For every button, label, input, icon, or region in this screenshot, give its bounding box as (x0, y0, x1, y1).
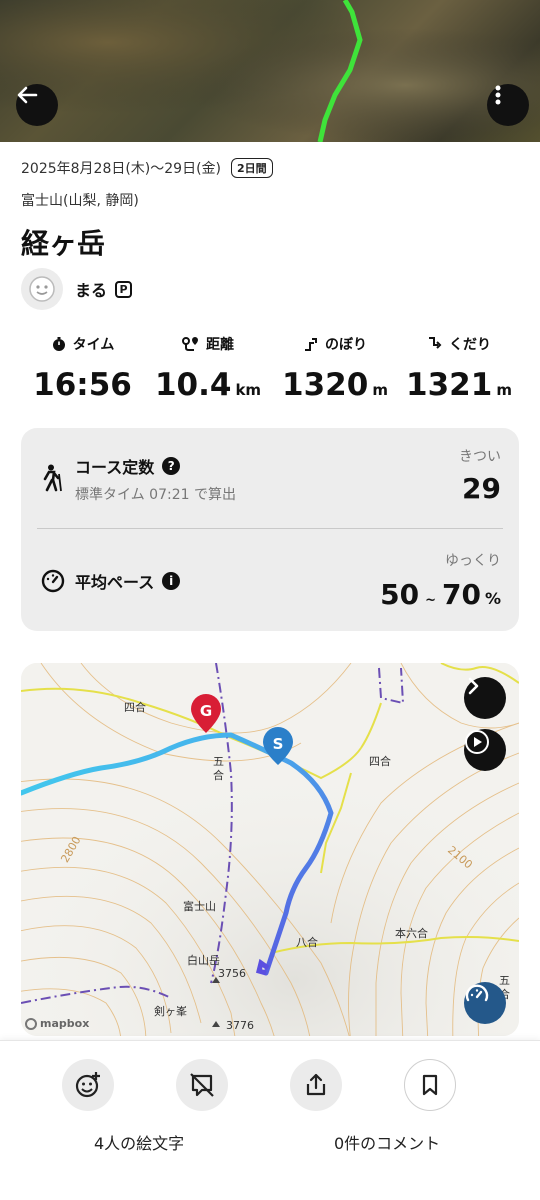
activity-title: 経ヶ岳 (21, 227, 106, 260)
map-play-button[interactable] (464, 729, 506, 771)
pace-title: 平均ペース (75, 573, 155, 592)
smiley-face-icon (29, 276, 55, 302)
header-photo (0, 0, 540, 142)
map-label-fujisan: 富士山 (183, 900, 216, 913)
route-pin-icon (182, 337, 198, 351)
comments-disabled-button[interactable] (176, 1059, 228, 1111)
map-label-hachigo: 八合 (296, 936, 318, 949)
stat-distance: 距離 10.4 km (153, 333, 263, 403)
stat-time-label: タイム (72, 337, 115, 353)
card-divider (37, 528, 503, 529)
bookmark-icon (422, 1074, 438, 1096)
play-circle-icon (465, 730, 489, 754)
goal-marker-label: G (200, 702, 212, 720)
speedometer-icon (41, 569, 65, 597)
mapbox-text: mapbox (40, 1017, 90, 1030)
emoji-add-icon (75, 1072, 100, 1098)
comment-count-link[interactable]: 0件のコメント (334, 1130, 440, 1154)
premium-badge: P (115, 280, 133, 298)
stat-distance-unit: km (235, 381, 262, 399)
stat-descent: くだり 1321 m (404, 333, 514, 403)
pace-range-value: 50 ~70% (380, 578, 501, 611)
stat-distance-value: 10.4 (154, 367, 232, 403)
share-icon (306, 1073, 326, 1096)
photo-trail-line (0, 0, 540, 142)
map-label-hakusandake: 白山岳 (187, 954, 220, 967)
emoji-count-link[interactable]: 4人の絵文字 (94, 1130, 184, 1154)
info-circle-icon[interactable]: i (162, 572, 181, 590)
stat-descent-unit: m (496, 381, 512, 399)
hiker-icon (41, 464, 63, 496)
add-emoji-button[interactable] (62, 1059, 114, 1111)
more-options-button[interactable] (487, 84, 529, 126)
stat-descent-label: くだり (449, 337, 491, 353)
question-circle-icon[interactable]: ? (162, 457, 181, 475)
date-row: 2025年8月28日(木)〜29日(金) 2日間 (21, 158, 273, 178)
back-button[interactable] (16, 84, 58, 126)
stat-time-value: 16:56 (33, 367, 132, 403)
pace-min: 50 (380, 578, 420, 611)
stat-ascent-label: のぼり (325, 337, 367, 353)
user-row[interactable]: まる P (21, 268, 133, 310)
map-label-gogo: 五合 (213, 755, 224, 782)
map-pace-button[interactable] (464, 982, 506, 1024)
stat-ascent: のぼり 1320 m (280, 333, 390, 403)
stat-distance-label: 距離 (206, 337, 234, 353)
course-title: コース定数 (75, 458, 155, 477)
stat-ascent-value: 1320 (282, 367, 369, 403)
course-subtitle: 標準タイム 07:21 で算出 (75, 487, 236, 503)
map-next-button[interactable] (464, 677, 506, 719)
course-pace-card: コース定数 ? 標準タイム 07:21 で算出 きつい 29 平均ペース i ゆ… (21, 428, 519, 631)
more-vertical-icon (495, 85, 501, 105)
mountain-area[interactable]: 富士山(山梨, 静岡) (21, 190, 139, 210)
ascent-arrow-icon (305, 338, 317, 351)
bookmark-button[interactable] (404, 1059, 456, 1111)
pace-speed-label: ゆっくり (445, 553, 501, 569)
map-label-yongo-left: 四合 (124, 701, 146, 714)
map-label-kengamine: 剣ヶ峯 (154, 1005, 187, 1018)
stat-descent-value: 1321 (406, 367, 493, 403)
map-label-honhachigo: 本六合 (395, 927, 428, 940)
avatar[interactable] (21, 268, 63, 310)
pace-max: 70 (442, 578, 481, 611)
comment-off-icon (190, 1073, 214, 1097)
user-name[interactable]: まる (75, 277, 107, 301)
days-badge: 2日間 (231, 158, 273, 178)
activity-date: 2025年8月28日(木)〜29日(金) (21, 161, 222, 177)
share-button[interactable] (290, 1059, 342, 1111)
bottom-action-bar: 4人の絵文字 0件のコメント (0, 1040, 540, 1200)
map-label-elev-3756: 3756 (218, 967, 246, 980)
start-marker-label: S (273, 735, 284, 753)
arrow-left-icon (17, 86, 38, 104)
mapbox-logo: mapbox (25, 1017, 89, 1030)
speedometer-icon (465, 984, 489, 1002)
stat-time: タイム 16:56 (30, 333, 135, 403)
course-difficulty-label: きつい (459, 449, 501, 465)
stopwatch-icon (52, 337, 65, 351)
map-label-elev-3776: 3776 (226, 1019, 254, 1032)
route-map[interactable]: G S 四合 四合 五合 富士山 白山岳 3756 剣ヶ峯 3776 八合 本六… (21, 663, 519, 1036)
chevron-right-icon (468, 677, 479, 695)
mapbox-icon (25, 1017, 37, 1030)
stat-ascent-unit: m (372, 381, 388, 399)
map-label-yongo-right: 四合 (369, 755, 391, 768)
average-pace-title: 平均ペース i (75, 569, 181, 593)
topographic-map: G S (21, 663, 519, 1036)
course-constant-title: コース定数 ? (75, 454, 181, 478)
pace-separator: ~ (425, 593, 436, 608)
course-constant-value: 29 (462, 472, 501, 505)
descent-arrow-icon (429, 337, 442, 349)
pace-unit: % (484, 589, 501, 608)
